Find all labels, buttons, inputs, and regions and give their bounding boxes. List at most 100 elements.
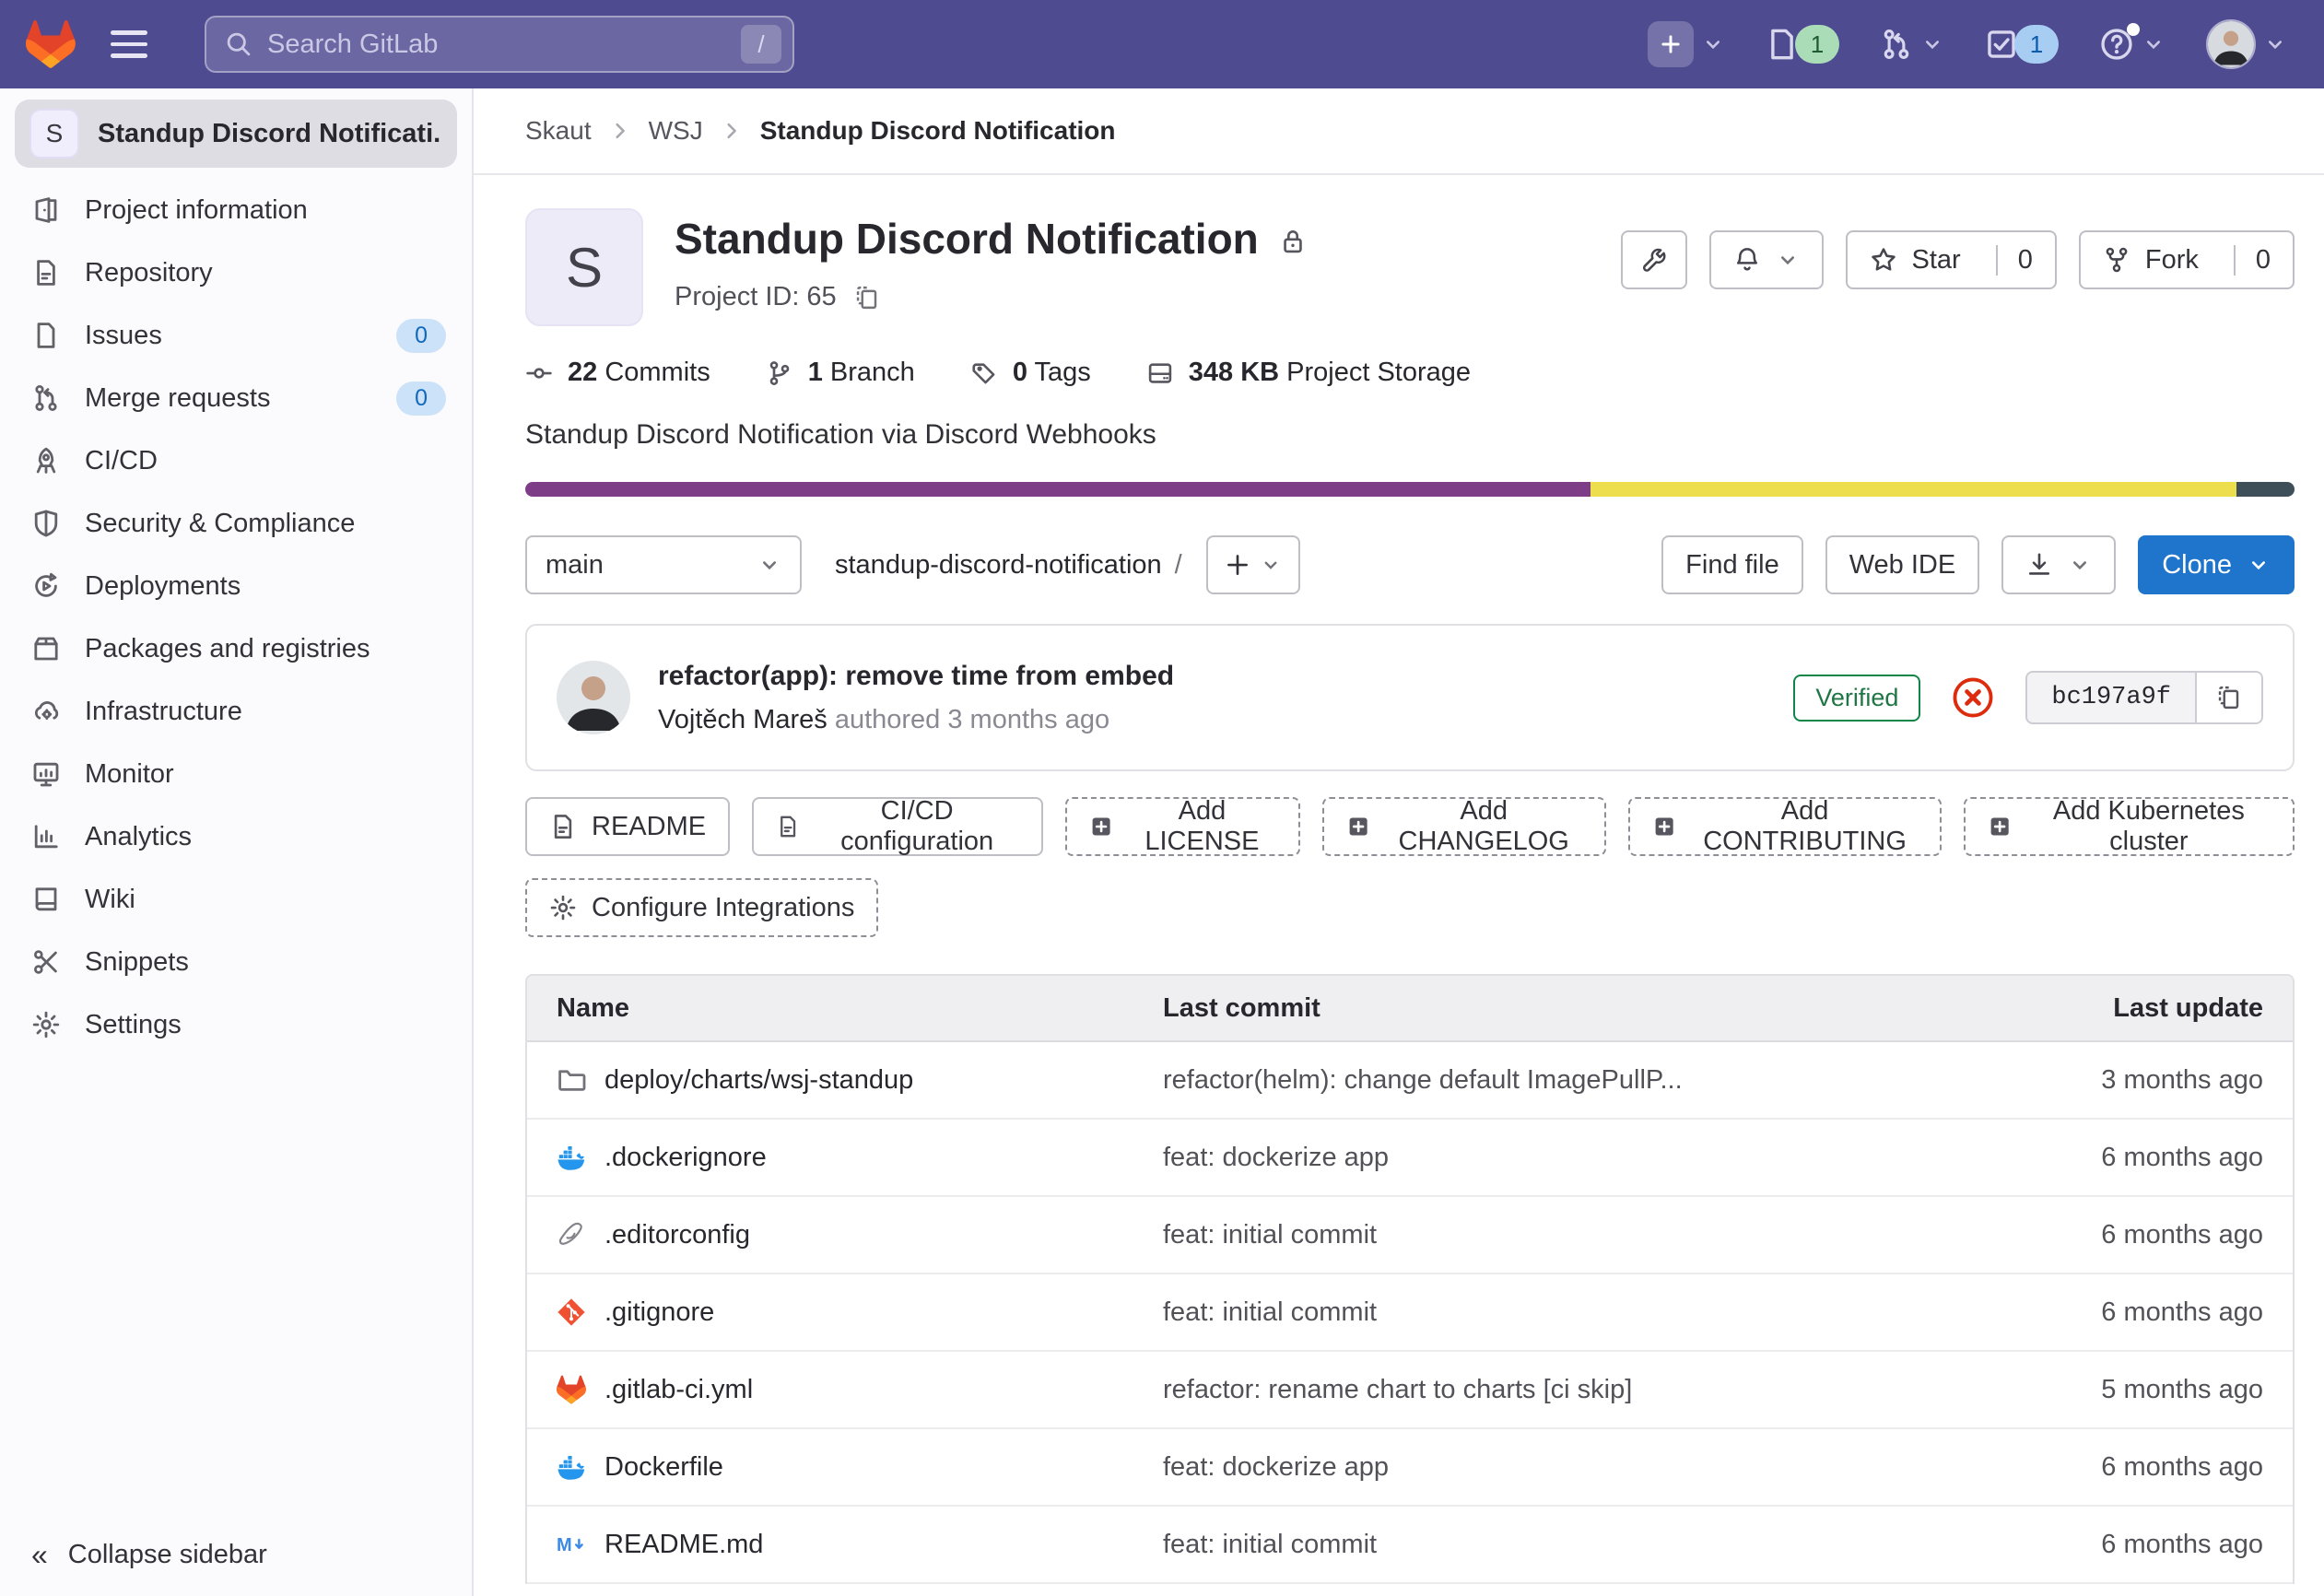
fork-count[interactable]: 0: [2234, 245, 2271, 276]
sidebar-item-ci-cd[interactable]: CI/CD: [0, 429, 472, 492]
sidebar-item-wiki[interactable]: Wiki: [0, 868, 472, 931]
file-row-readme-md: MREADME.mdfeat: initial commit6 months a…: [527, 1507, 2293, 1584]
sidebar-item-monitor[interactable]: Monitor: [0, 743, 472, 805]
sidebar-item-repository[interactable]: Repository: [0, 241, 472, 304]
star-button[interactable]: Star 0: [1846, 230, 2057, 289]
language-segment-3: [2236, 482, 2295, 497]
file-name-link[interactable]: MREADME.md: [527, 1530, 1163, 1560]
ci-cd-configuration-button[interactable]: CI/CD configuration: [752, 797, 1043, 856]
fork-button[interactable]: Fork 0: [2079, 230, 2295, 289]
branch-selector[interactable]: main: [525, 535, 802, 594]
chevron-down-icon: [2247, 553, 2271, 577]
hamburger-menu-icon[interactable]: [98, 13, 160, 76]
file-name-link[interactable]: .gitlab-ci.yml: [527, 1375, 1163, 1405]
file-last-commit-link[interactable]: refactor(helm): change default ImagePull…: [1163, 1065, 1998, 1096]
add-kubernetes-cluster-button[interactable]: Add Kubernetes cluster: [1964, 797, 2295, 856]
pipeline-failed-icon[interactable]: [1952, 676, 1994, 719]
book-icon: [31, 885, 61, 914]
sidebar-item-analytics[interactable]: Analytics: [0, 805, 472, 868]
new-menu-button[interactable]: [1637, 14, 1736, 75]
star-count[interactable]: 0: [1996, 245, 2033, 276]
user-menu-button[interactable]: [2195, 12, 2298, 76]
todos-button[interactable]: 1: [1974, 18, 2070, 71]
sidebar-item-merge-requests[interactable]: Merge requests0: [0, 367, 472, 429]
sidebar-item-deployments[interactable]: Deployments: [0, 555, 472, 617]
merge-request-icon: [1880, 28, 1913, 61]
deployments-icon: [31, 571, 61, 601]
file-name-link[interactable]: deploy/charts/wsj-standup: [527, 1065, 1163, 1096]
sidebar-item-packages-and-registries[interactable]: Packages and registries: [0, 617, 472, 680]
configure-integrations-button[interactable]: Configure Integrations: [525, 878, 878, 937]
project-header-actions: Star 0 Fork 0: [1621, 230, 2295, 289]
copy-sha-button[interactable]: [2197, 671, 2263, 724]
search-shortcut-key: /: [741, 25, 781, 64]
file-name-link[interactable]: .gitignore: [527, 1297, 1163, 1328]
file-name-link[interactable]: .editorconfig: [527, 1220, 1163, 1250]
file-last-commit-link[interactable]: feat: dockerize app: [1163, 1143, 1998, 1173]
star-label: Star: [1912, 245, 1961, 276]
stat-tags[interactable]: 0 Tags: [970, 358, 1091, 388]
file-last-commit-link[interactable]: feat: initial commit: [1163, 1530, 1998, 1560]
file-name-link[interactable]: .dockerignore: [527, 1143, 1163, 1173]
breadcrumb-item-skaut[interactable]: Skaut: [525, 116, 592, 146]
collapse-chevrons-icon: «: [31, 1538, 48, 1572]
breadcrumb-item-standup-discord-notification[interactable]: Standup Discord Notification: [760, 116, 1116, 146]
sidebar-item-snippets[interactable]: Snippets: [0, 931, 472, 993]
file-name-link[interactable]: Dockerfile: [527, 1452, 1163, 1483]
stat-project-storage[interactable]: 348 KB Project Storage: [1146, 358, 1471, 388]
commit-title[interactable]: refactor(app): remove time from embed: [658, 661, 1174, 692]
bell-icon: [1733, 246, 1761, 274]
file-icon: [776, 813, 800, 840]
add-changelog-button[interactable]: Add CHANGELOG: [1322, 797, 1607, 856]
repo-path-text[interactable]: standup-discord-notification: [835, 550, 1162, 580]
collapse-sidebar-button[interactable]: « Collapse sidebar: [31, 1538, 267, 1572]
plus-square-icon: [1089, 813, 1113, 840]
clone-button[interactable]: Clone: [2138, 535, 2295, 594]
file-last-update: 6 months ago: [1998, 1143, 2293, 1173]
issues-dashboard-button[interactable]: 1: [1755, 18, 1850, 71]
help-menu-button[interactable]: [2088, 19, 2177, 69]
language-bar[interactable]: [525, 482, 2295, 497]
admin-wrench-button[interactable]: [1621, 230, 1687, 289]
page-title: Standup Discord Notification: [675, 214, 1259, 264]
stat-commits[interactable]: 22 Commits: [525, 358, 710, 388]
tag-icon: [970, 359, 998, 387]
chevron-down-icon: [757, 553, 781, 577]
copy-project-id-icon[interactable]: [853, 284, 881, 311]
sidebar-item-project-information[interactable]: Project information: [0, 179, 472, 241]
sidebar-item-issues[interactable]: Issues0: [0, 304, 472, 367]
add-license-button[interactable]: Add LICENSE: [1065, 797, 1300, 856]
search-icon: [225, 30, 252, 58]
add-file-button[interactable]: [1206, 535, 1300, 594]
search-input[interactable]: Search GitLab /: [205, 16, 794, 73]
repo-toolbar: main standup-discord-notification/ Find …: [525, 535, 2295, 594]
issues-icon: [31, 321, 61, 350]
sidebar-item-settings[interactable]: Settings: [0, 993, 472, 1056]
docker-icon: [557, 1452, 586, 1482]
repo-actions-row2: Configure Integrations: [525, 878, 2295, 937]
download-button[interactable]: [2001, 535, 2116, 594]
merge-requests-menu-button[interactable]: [1869, 20, 1955, 68]
stat-branch[interactable]: 1 Branch: [766, 358, 915, 388]
add-contributing-button[interactable]: Add CONTRIBUTING: [1628, 797, 1942, 856]
file-last-commit-link[interactable]: feat: initial commit: [1163, 1297, 1998, 1328]
sidebar-project-header[interactable]: S Standup Discord Notificati...: [15, 100, 457, 168]
web-ide-button[interactable]: Web IDE: [1825, 535, 1980, 594]
commit-author-name[interactable]: Vojtěch Mareš: [658, 705, 827, 734]
sidebar-item-infrastructure[interactable]: Infrastructure: [0, 680, 472, 743]
file-last-commit-link[interactable]: feat: dockerize app: [1163, 1452, 1998, 1483]
file-row-deploy-charts-wsj-standup: deploy/charts/wsj-standuprefactor(helm):…: [527, 1042, 2293, 1120]
file-last-commit-link[interactable]: feat: initial commit: [1163, 1220, 1998, 1250]
repo-path: standup-discord-notification/: [835, 550, 1182, 581]
file-row-gitlab-ci-yml: .gitlab-ci.ymlrefactor: rename chart to …: [527, 1352, 2293, 1429]
readme-button[interactable]: README: [525, 797, 730, 856]
gitlab-logo-icon[interactable]: [26, 20, 76, 68]
breadcrumb-item-wsj[interactable]: WSJ: [649, 116, 703, 146]
sidebar-item-security-compliance[interactable]: Security & Compliance: [0, 492, 472, 555]
commit-author-avatar[interactable]: [557, 661, 630, 734]
find-file-button[interactable]: Find file: [1661, 535, 1803, 594]
verified-badge[interactable]: Verified: [1793, 675, 1920, 722]
file-last-commit-link[interactable]: refactor: rename chart to charts [ci ski…: [1163, 1375, 1998, 1405]
notifications-button[interactable]: [1709, 230, 1824, 289]
chevron-down-icon: [2142, 32, 2166, 56]
